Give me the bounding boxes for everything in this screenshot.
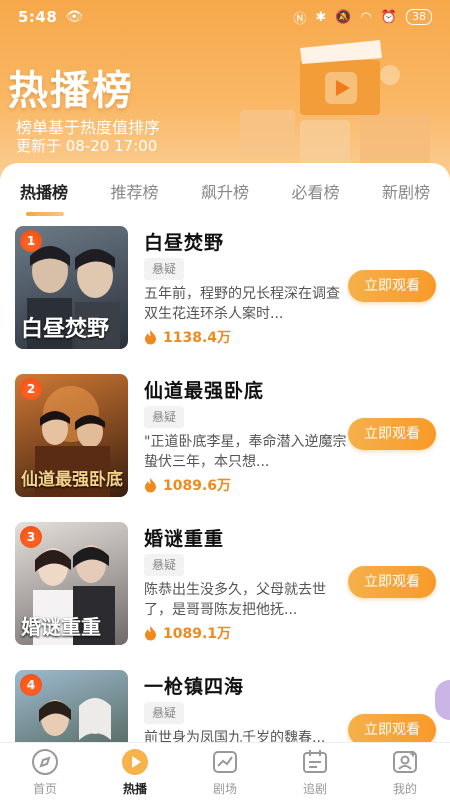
tab-rising[interactable]: 飙升榜 xyxy=(201,177,249,205)
nav-label: 剧场 xyxy=(212,781,237,796)
rank-badge: 3 xyxy=(20,526,42,548)
alarm-icon: ⏰ xyxy=(380,9,397,25)
tab-recommend[interactable]: 推荐榜 xyxy=(110,177,158,205)
heat-number: 1089.6万 xyxy=(163,478,232,494)
heat-number: 1089.1万 xyxy=(163,626,232,642)
bottom-navigation: 首页 热播 剧场 追剧 我的 xyxy=(0,742,450,800)
fire-icon xyxy=(145,625,156,640)
list-item[interactable]: 4 一枪镇四海 悬疑 前世身为凤国九千岁的魏春... 立即观看 xyxy=(0,666,450,742)
heat-value: 1089.6万 xyxy=(144,475,231,495)
drama-title[interactable]: 一枪镇四海 xyxy=(144,672,244,699)
nav-label: 追剧 xyxy=(302,781,327,796)
genre-tag: 悬疑 xyxy=(144,258,185,280)
watch-now-button[interactable]: 立即观看 xyxy=(348,714,436,742)
drama-title[interactable]: 婚谜重重 xyxy=(144,524,224,551)
rank-badge: 2 xyxy=(20,378,42,400)
poster-title: 婚谜重重 xyxy=(21,615,101,639)
poster-image[interactable]: 4 xyxy=(15,670,128,742)
nav-label: 热播 xyxy=(122,781,147,796)
compass-icon xyxy=(32,748,58,775)
poster-title: 仙道最强卧底 xyxy=(21,470,123,490)
active-tab-indicator xyxy=(26,212,64,216)
clapperboard-decoration xyxy=(240,40,430,165)
drama-list: 1 白昼焚野 白昼焚野 悬疑 五年前，程野的兄长程深在调查双生花连环杀人案时..… xyxy=(0,222,450,742)
calendar-icon xyxy=(303,749,327,773)
fire-icon xyxy=(145,477,156,492)
tab-bar: 热播榜 推荐榜 飙升榜 必看榜 新剧榜 xyxy=(0,177,450,205)
status-bar: 5:48 👁 Ⓝ ✱ 🔕 ◠ ⏰ 38 xyxy=(0,0,450,34)
genre-tag: 悬疑 xyxy=(144,554,185,576)
heat-value: 1138.4万 xyxy=(144,327,231,347)
drama-title[interactable]: 仙道最强卧底 xyxy=(144,376,264,403)
nav-home[interactable]: 首页 xyxy=(10,747,80,797)
poster-image[interactable]: 3 婚谜重重 xyxy=(15,522,128,645)
tab-must-watch[interactable]: 必看榜 xyxy=(291,177,339,205)
floating-side-widget[interactable] xyxy=(435,680,450,720)
fire-icon xyxy=(145,329,156,344)
profile-icon xyxy=(393,749,417,773)
status-time: 5:48 xyxy=(18,8,58,26)
status-icons: Ⓝ ✱ 🔕 ◠ ⏰ 38 xyxy=(293,8,432,27)
hero-banner: 5:48 👁 Ⓝ ✱ 🔕 ◠ ⏰ 38 热播榜 榜单基于热度值排序 更新于 08… xyxy=(0,0,450,190)
watch-now-button[interactable]: 立即观看 xyxy=(348,270,436,302)
bluetooth-icon: ✱ xyxy=(315,9,327,25)
drama-description: 五年前，程野的兄长程深在调查双生花连环杀人案时... xyxy=(144,286,340,322)
nav-profile[interactable]: 我的 xyxy=(370,747,440,797)
rank-badge: 4 xyxy=(20,674,42,696)
chart-icon xyxy=(213,750,237,773)
wifi-icon: ◠ xyxy=(360,9,372,25)
rank-badge: 1 xyxy=(20,230,42,252)
poster-title: 白昼焚野 xyxy=(21,317,110,342)
tabs-panel: 热播榜 推荐榜 飙升榜 必看榜 新剧榜 xyxy=(0,163,450,223)
drama-title[interactable]: 白昼焚野 xyxy=(144,228,224,255)
tab-new[interactable]: 新剧榜 xyxy=(382,177,430,205)
play-icon xyxy=(122,748,148,775)
watch-now-button[interactable]: 立即观看 xyxy=(348,418,436,450)
update-time: 更新于 08-20 17:00 xyxy=(16,137,158,155)
list-item[interactable]: 3 婚谜重重 婚谜重重 悬疑 陈恭出生没多久，父母就去世了，是哥哥陈友把他抚..… xyxy=(0,518,450,648)
poster-image[interactable]: 1 白昼焚野 xyxy=(15,226,128,349)
genre-tag: 悬疑 xyxy=(144,406,185,428)
eye-icon: 👁 xyxy=(65,9,84,25)
genre-tag: 悬疑 xyxy=(144,702,185,724)
heat-value: 1089.1万 xyxy=(144,623,231,643)
list-item[interactable]: 1 白昼焚野 白昼焚野 悬疑 五年前，程野的兄长程深在调查双生花连环杀人案时..… xyxy=(0,222,450,352)
poster-image[interactable]: 2 仙道最强卧底 xyxy=(15,374,128,497)
nav-label: 我的 xyxy=(392,781,417,796)
nfc-icon: Ⓝ xyxy=(293,11,307,27)
list-item[interactable]: 2 仙道最强卧底 仙道最强卧底 悬疑 "正道卧底李星，奉命潜入逆魔宗蛰伏三年，本… xyxy=(0,370,450,500)
nav-label: 首页 xyxy=(32,781,57,796)
page-title: 热播榜 xyxy=(8,68,134,114)
drama-description: 陈恭出生没多久，父母就去世了，是哥哥陈友把他抚... xyxy=(144,582,326,618)
drama-description: "正道卧底李星，奉命潜入逆魔宗蛰伏三年，本只想... xyxy=(144,434,347,470)
drama-description: 前世身为凤国九千岁的魏春... xyxy=(144,730,326,742)
tab-hot[interactable]: 热播榜 xyxy=(20,177,68,205)
mute-icon: 🔕 xyxy=(335,9,352,25)
nav-follow[interactable]: 追剧 xyxy=(280,747,350,797)
nav-theater[interactable]: 剧场 xyxy=(190,747,260,797)
heat-number: 1138.4万 xyxy=(163,330,232,346)
watch-now-button[interactable]: 立即观看 xyxy=(348,566,436,598)
nav-hot[interactable]: 热播 xyxy=(100,747,170,797)
battery-indicator: 38 xyxy=(406,9,432,25)
